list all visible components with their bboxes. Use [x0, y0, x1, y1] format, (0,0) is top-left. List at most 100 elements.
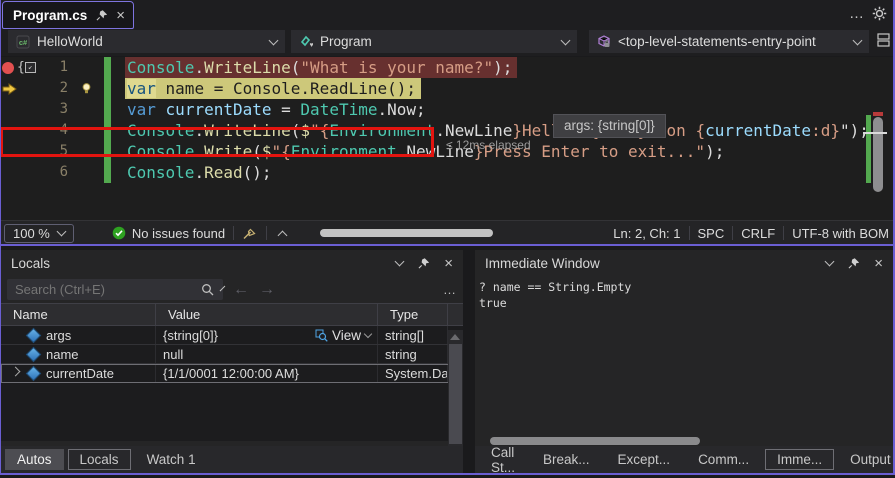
cell-value[interactable]: {1/1/0001 12:00:00 AM} [156, 364, 378, 382]
code-token: DateTime [300, 100, 378, 119]
cell-type[interactable]: System.Dat... [378, 364, 448, 382]
window-position-icon[interactable] [824, 256, 835, 267]
tab-program-cs[interactable]: Program.cs × [2, 1, 135, 29]
immediate-console[interactable]: ? name == String.Empty true [475, 276, 893, 314]
code-lines: {↙ 1 Console.WriteLine("What is your name?… [0, 57, 895, 183]
cell-value[interactable]: {string[0]} View [156, 326, 378, 344]
pin-icon[interactable] [418, 257, 430, 269]
split-window-icon[interactable] [876, 32, 891, 48]
code-line[interactable]: 2 var name = Console.ReadLine(); [0, 78, 895, 99]
column-name[interactable]: Name [1, 304, 156, 325]
table-row[interactable]: currentDate {1/1/0001 12:00:00 AM} System.… [1, 364, 463, 383]
line-margin[interactable] [0, 120, 42, 141]
chevron-down-icon[interactable] [219, 285, 226, 291]
chevron-right-icon[interactable] [10, 366, 20, 377]
code-line[interactable]: 6 Console.Read(); [0, 162, 895, 183]
window-position-icon[interactable] [394, 256, 405, 267]
search-box[interactable] [7, 279, 226, 300]
forward-arrow-icon[interactable]: → [259, 281, 275, 299]
indent-mode[interactable]: SPC [698, 226, 725, 241]
line-margin[interactable] [0, 162, 42, 183]
table-row[interactable]: name null string [1, 345, 463, 364]
tab-except[interactable]: Except... [606, 449, 683, 470]
change-bar [104, 120, 111, 141]
code-line[interactable]: 3 var currentDate = DateTime.Now; [0, 99, 895, 120]
close-icon[interactable]: × [444, 256, 453, 271]
cell-name[interactable]: currentDate [1, 364, 156, 382]
cell-value[interactable]: null [156, 345, 378, 363]
code-token: = [271, 100, 301, 119]
tab-watch-1[interactable]: Watch 1 [135, 449, 208, 470]
tab-comm[interactable]: Comm... [686, 449, 761, 470]
tab-output[interactable]: Output [838, 449, 895, 470]
close-icon[interactable]: × [874, 256, 883, 271]
tab-locals[interactable]: Locals [67, 449, 131, 470]
current-statement-icon[interactable] [2, 82, 17, 95]
tab-break[interactable]: Break... [531, 449, 602, 470]
breakpoint-icon[interactable] [2, 61, 14, 74]
variable-icon [25, 327, 42, 343]
datatip-args[interactable]: args: {string[0]} [553, 114, 666, 138]
table-header[interactable]: Name Value Type [1, 303, 463, 326]
line-margin[interactable] [0, 141, 42, 162]
variable-name: currentDate [46, 365, 114, 381]
view-button[interactable]: View [315, 328, 377, 343]
locals-title-bar[interactable]: Locals × [1, 250, 463, 276]
pin-icon[interactable] [848, 257, 860, 269]
column-type[interactable]: Type [378, 304, 448, 325]
cell-name[interactable]: name [1, 345, 156, 363]
tab-autos[interactable]: Autos [5, 449, 64, 470]
line-gutter [68, 99, 104, 120]
line-gutter [68, 162, 104, 183]
line-endings[interactable]: CRLF [741, 226, 775, 241]
gear-icon[interactable] [872, 6, 887, 21]
cell-name[interactable]: args [1, 326, 156, 344]
code-editor[interactable]: {↙ 1 Console.WriteLine("What is your name?… [0, 57, 895, 220]
expander-icon[interactable] [9, 366, 21, 377]
scrollbar-thumb[interactable] [449, 344, 462, 444]
member-dropdown[interactable]: <top-level-statements-entry-point [589, 30, 869, 53]
console-line: true [479, 296, 507, 310]
tab-imme[interactable]: Imme... [765, 449, 835, 470]
editor-horizontal-scrollbar[interactable] [320, 229, 493, 237]
back-arrow-icon[interactable]: ← [233, 281, 249, 299]
code-line[interactable]: {↙ 1 Console.WriteLine("What is your name?… [0, 57, 895, 78]
zoom-dropdown[interactable]: 100 % [4, 223, 74, 243]
pinned-tip-icon[interactable]: {↙ [17, 57, 36, 78]
code-token: var [127, 79, 156, 98]
navigation-bar: c# HelloWorld ♥ Program <top-level-state… [0, 29, 895, 56]
table-row[interactable]: args {string[0]} View string[] [1, 326, 463, 345]
search-icon[interactable] [201, 283, 214, 296]
ellipsis-menu-icon[interactable]: … [849, 5, 865, 22]
close-icon[interactable]: × [116, 8, 125, 23]
line-margin[interactable] [0, 99, 42, 120]
column-value[interactable]: Value [156, 304, 378, 325]
pin-icon[interactable] [96, 9, 108, 21]
variable-icon [25, 346, 42, 362]
more-options-icon[interactable]: … [443, 282, 457, 297]
code-text: var name = Console.ReadLine(); [125, 78, 421, 99]
variable-value: {1/1/0001 12:00:00 AM} [163, 365, 299, 381]
encoding[interactable]: UTF-8 with BOM [792, 226, 889, 241]
variable-icon [25, 365, 42, 381]
variable-value: {string[0]} [163, 327, 218, 343]
search-input[interactable] [13, 281, 193, 298]
code-cleanup-broom-icon[interactable] [242, 226, 258, 240]
issues-indicator[interactable]: No issues found [112, 226, 225, 241]
type-label: Program [320, 34, 372, 49]
caret-position[interactable]: Ln: 2, Ch: 1 [613, 226, 680, 241]
line-margin[interactable] [0, 78, 42, 99]
tab-label: Program.cs [13, 7, 88, 23]
line-margin[interactable]: {↙ [0, 57, 42, 78]
code-text: Console.Read(); [125, 162, 277, 183]
lightbulb-icon[interactable] [80, 82, 93, 95]
cell-type[interactable]: string[] [378, 326, 448, 344]
cell-type[interactable]: string [378, 345, 448, 363]
scroll-up-icon[interactable] [450, 334, 460, 340]
editor-vertical-scrollbar[interactable] [873, 117, 883, 192]
immediate-title-bar[interactable]: Immediate Window × [475, 250, 893, 276]
expand-up-icon[interactable] [277, 230, 288, 240]
project-dropdown[interactable]: c# HelloWorld [8, 30, 285, 53]
perftip[interactable]: ≤ 12ms elapsed [446, 138, 531, 152]
type-dropdown[interactable]: ♥ Program [291, 30, 577, 53]
